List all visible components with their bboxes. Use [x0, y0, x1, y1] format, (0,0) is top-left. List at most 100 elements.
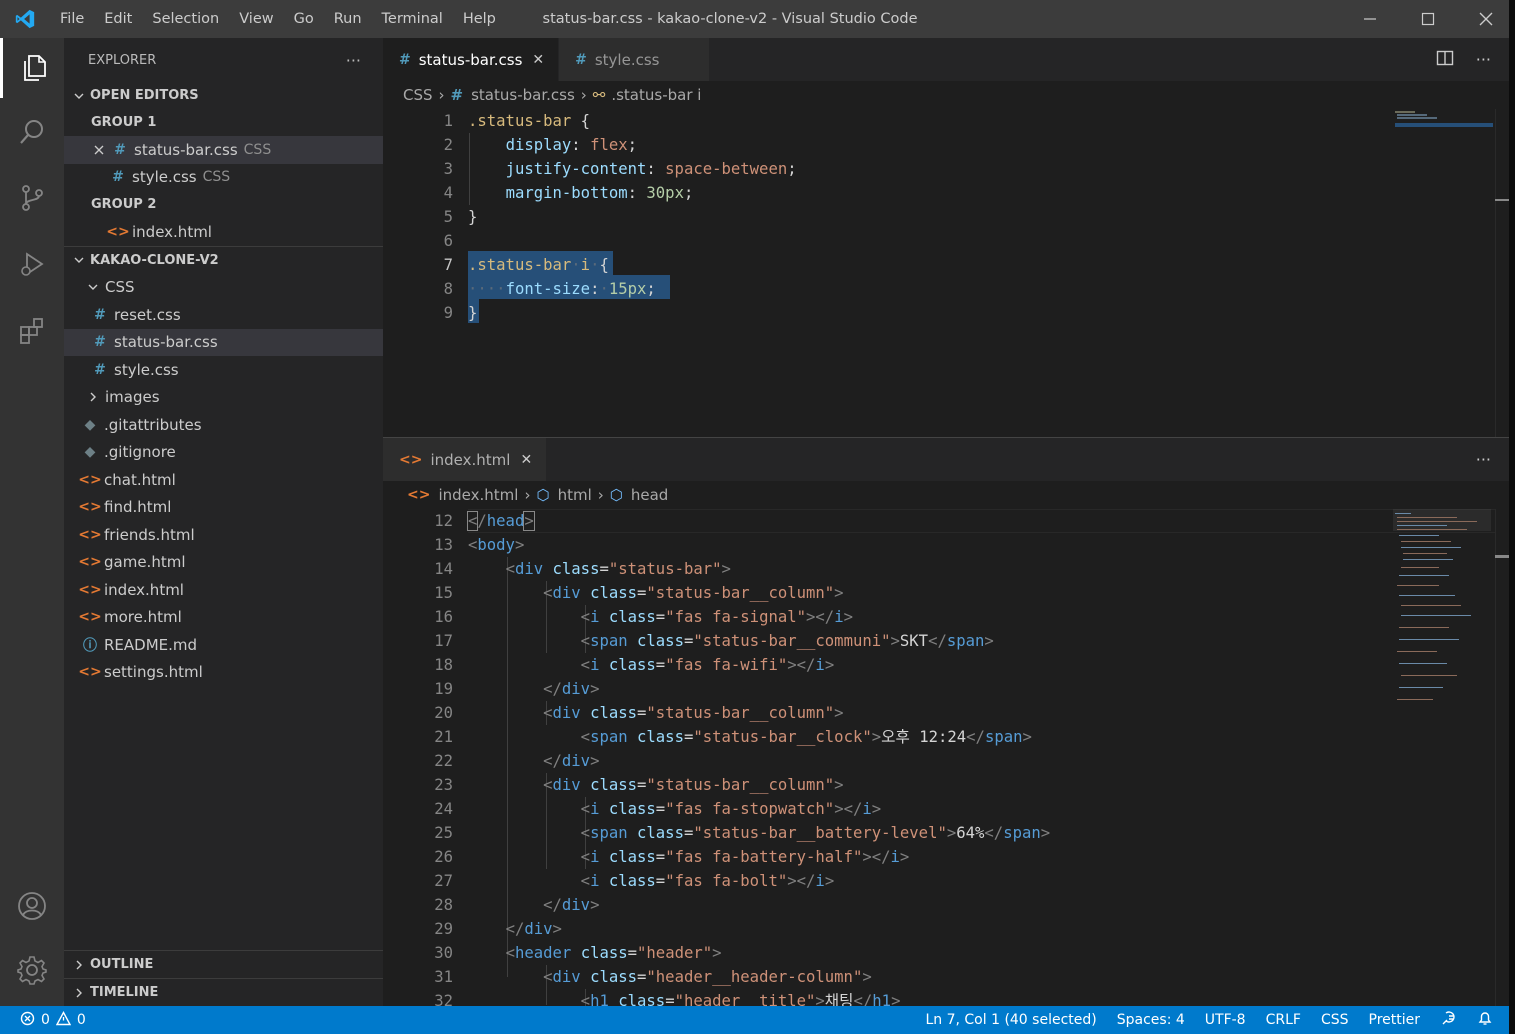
split-editor-icon[interactable] [1436, 49, 1454, 71]
breadcrumb-folder[interactable]: CSS [403, 86, 433, 104]
close-tab-icon[interactable]: ✕ [532, 52, 544, 68]
minimize-button[interactable] [1341, 0, 1399, 38]
minimap-top[interactable] [1383, 109, 1509, 437]
html-code-editor[interactable]: 12 13 14 15 16 17 18 19 20 21 22 23 24 2… [383, 509, 1509, 1006]
html-element-icon: ⬡ [536, 486, 550, 504]
menu-selection[interactable]: Selection [142, 0, 229, 38]
chevron-right-icon [70, 987, 88, 999]
outline-header[interactable]: OUTLINE [64, 951, 383, 978]
more-actions-icon[interactable]: ··· [1476, 450, 1491, 469]
folder-name: images [105, 388, 160, 407]
explorer-more-button[interactable]: ··· [346, 51, 361, 70]
file-gitignore[interactable]: ◆ .gitignore [64, 439, 383, 467]
html-file-icon: <> [78, 499, 102, 516]
end-of-line[interactable]: CRLF [1266, 1012, 1301, 1028]
language-mode[interactable]: CSS [1321, 1012, 1349, 1028]
line-number: 1 [443, 112, 453, 130]
scrollbar-top[interactable] [1495, 109, 1509, 437]
scrollbar-bottom[interactable] [1495, 509, 1509, 1006]
line-number: 8 [443, 280, 453, 298]
menu-run[interactable]: Run [324, 0, 372, 38]
menu-go[interactable]: Go [284, 0, 324, 38]
timeline-label: TIMELINE [90, 985, 159, 1000]
menu-view[interactable]: View [229, 0, 283, 38]
breadcrumb: CSS › # status-bar.css › ⚯ .status-bar i [383, 81, 1509, 109]
folder-images[interactable]: images [64, 384, 383, 412]
file-name: game.html [104, 553, 186, 572]
title-bar: File Edit Selection View Go Run Terminal… [0, 0, 1515, 38]
tab-style-css[interactable]: # style.css [559, 38, 711, 81]
timeline-header[interactable]: TIMELINE [64, 979, 383, 1006]
file-settings-html[interactable]: <> settings.html [64, 659, 383, 687]
open-editor-status-bar-css[interactable]: # status-bar.css CSS [64, 136, 383, 164]
code-line: justify-content: space-between; [505, 160, 797, 178]
line-number: 23 [434, 776, 453, 794]
problems-indicator[interactable]: 0 0 [0, 1010, 86, 1030]
file-name: settings.html [104, 663, 203, 682]
file-name: style.css [114, 360, 179, 379]
breadcrumb-element[interactable]: html [558, 486, 592, 504]
status-bar: 0 0 Ln 7, Col 1 (40 selected) Spaces: 4 … [0, 1006, 1509, 1034]
cursor-position[interactable]: Ln 7, Col 1 (40 selected) [925, 1012, 1096, 1028]
css-code-editor[interactable]: 1 2 3 4 5 6 7 8 9 .status-bar { display:… [383, 109, 1509, 437]
explorer-icon[interactable] [0, 38, 64, 98]
tab-index-html[interactable]: <> index.html ✕ [383, 438, 548, 481]
minimap-bottom[interactable] [1383, 509, 1509, 1006]
code-line: <h1 class="header__title">채팅</h1> [580, 992, 901, 1006]
explorer-sidebar: EXPLORER ··· OPEN EDITORS GROUP 1 # stat… [64, 38, 383, 1006]
breadcrumb-symbol[interactable]: .status-bar i [611, 86, 701, 104]
breadcrumb-file[interactable]: index.html [438, 486, 518, 504]
folder-css[interactable]: CSS [64, 274, 383, 302]
file-index-html[interactable]: <> index.html [64, 576, 383, 604]
feedback-icon[interactable] [1440, 1010, 1457, 1031]
close-window-button[interactable] [1457, 0, 1515, 38]
file-style-css[interactable]: # style.css [64, 356, 383, 384]
open-editor-style-css[interactable]: # style.css CSS [64, 164, 383, 192]
close-icon[interactable] [90, 144, 108, 156]
open-editors-header[interactable]: OPEN EDITORS [64, 82, 383, 109]
tab-status-bar-css[interactable]: # status-bar.css ✕ [383, 38, 560, 81]
open-editor-index-html[interactable]: <> index.html [64, 218, 383, 246]
project-header[interactable]: KAKAO-CLONE-V2 [64, 247, 383, 274]
window-border [1509, 0, 1515, 1034]
file-status-bar-css[interactable]: # status-bar.css [64, 328, 383, 356]
file-reset-css[interactable]: # reset.css [64, 301, 383, 329]
chevron-right-icon: › [438, 86, 445, 104]
maximize-button[interactable] [1399, 0, 1457, 38]
code-line: </div> [543, 680, 600, 698]
indentation[interactable]: Spaces: 4 [1117, 1012, 1185, 1028]
file-game-html[interactable]: <> game.html [64, 549, 383, 577]
menu-edit[interactable]: Edit [94, 0, 142, 38]
chevron-down-icon [70, 254, 88, 266]
code-line: </div> [543, 752, 600, 770]
formatter[interactable]: Prettier [1369, 1012, 1421, 1028]
menu-file[interactable]: File [50, 0, 94, 38]
line-number: 15 [434, 584, 453, 602]
search-icon[interactable] [0, 102, 64, 162]
file-more-html[interactable]: <> more.html [64, 604, 383, 632]
encoding[interactable]: UTF-8 [1205, 1012, 1246, 1028]
close-tab-icon[interactable]: ✕ [520, 452, 532, 468]
run-debug-icon[interactable] [0, 234, 64, 294]
breadcrumb-element[interactable]: head [631, 486, 668, 504]
extensions-icon[interactable] [0, 300, 64, 360]
notifications-bell-icon[interactable] [1477, 1010, 1493, 1030]
file-friends-html[interactable]: <> friends.html [64, 521, 383, 549]
code-line: <i class="fas fa-wifi"></i> [580, 656, 835, 674]
line-number: 5 [443, 208, 453, 226]
menu-terminal[interactable]: Terminal [372, 0, 453, 38]
menu-help[interactable]: Help [453, 0, 506, 38]
open-editors-group-2: GROUP 2 [91, 197, 157, 212]
more-actions-icon[interactable]: ··· [1476, 50, 1491, 69]
file-chat-html[interactable]: <> chat.html [64, 466, 383, 494]
line-number: 24 [434, 800, 453, 818]
file-find-html[interactable]: <> find.html [64, 494, 383, 522]
settings-gear-icon[interactable] [0, 940, 64, 1000]
line-number: 14 [434, 560, 453, 578]
source-control-icon[interactable] [0, 168, 64, 228]
accounts-icon[interactable] [0, 876, 64, 936]
code-line: <span class="status-bar__clock">오후 12:24… [580, 728, 1032, 746]
breadcrumb-file[interactable]: status-bar.css [471, 86, 575, 104]
file-readme-md[interactable]: ⓘ README.md [64, 631, 383, 659]
file-gitattributes[interactable]: ◆ .gitattributes [64, 411, 383, 439]
